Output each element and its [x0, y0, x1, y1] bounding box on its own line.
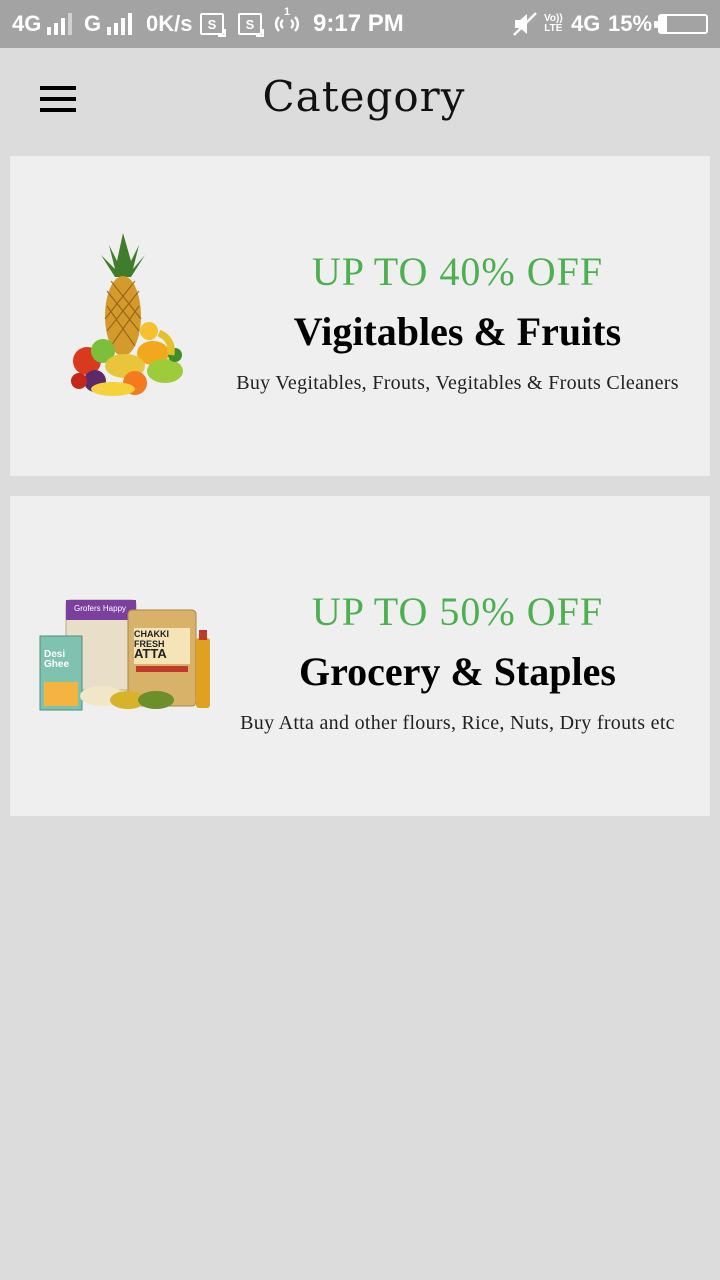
screenshot-icon-2: S: [238, 0, 264, 48]
rice-brand-text: Grofers Happy: [74, 604, 127, 613]
ghee-line: Ghee: [44, 659, 70, 670]
category-title: Vigitables & Fruits: [293, 309, 622, 354]
category-card-vegetables-fruits[interactable]: UP TO 40% OFF Vigitables & Fruits Buy Ve…: [10, 156, 710, 476]
status-bar: 4G G 0K/s S S 1 9:17 PM Vo)) LTE 4G 15%: [0, 0, 720, 48]
lte-label: LTE: [544, 23, 563, 34]
battery-percent: 15%: [608, 0, 652, 48]
ghee-pack-text: Desi Ghee: [44, 650, 69, 670]
battery-outline: [654, 14, 708, 34]
s-badge-icon: S: [238, 13, 264, 37]
category-text: UP TO 40% OFF Vigitables & Fruits Buy Ve…: [215, 252, 700, 395]
hotspot-count: 1: [284, 6, 291, 18]
atta-line: ATTA: [134, 646, 167, 661]
hotspot-icon: 1: [272, 0, 302, 48]
clock: 9:17 PM: [313, 0, 404, 48]
mute-icon: [512, 0, 538, 48]
speed-label: 0K/s: [146, 11, 193, 36]
s-badge-icon: S: [200, 13, 226, 37]
battery-icon: [654, 0, 708, 48]
category-text: UP TO 50% OFF Grocery & Staples Buy Atta…: [215, 592, 700, 735]
fruits-basket-image: [65, 231, 190, 401]
page-title: Category: [262, 72, 466, 121]
discount-label: UP TO 50% OFF: [311, 589, 604, 634]
battery-label: 15%: [608, 11, 653, 36]
category-description: Buy Vegitables, Frouts, Vegitables & Fro…: [236, 372, 679, 394]
category-description: Buy Atta and other flours, Rice, Nuts, D…: [240, 712, 675, 734]
atta-line: CHAKKI: [134, 629, 169, 639]
battery-level: [660, 16, 667, 32]
mobile-signal-2: G: [84, 0, 133, 48]
category-title: Grocery & Staples: [299, 649, 616, 694]
network-type-label: G: [84, 11, 102, 36]
category-card-grocery-staples[interactable]: Grofers Happy CHAKKI FRESH ATTA Desi Ghe…: [10, 496, 710, 816]
volte-icon: Vo)) LTE: [544, 0, 563, 48]
grocery-products-image: Grofers Happy CHAKKI FRESH ATTA Desi Ghe…: [36, 596, 216, 716]
signal-bars-icon: [47, 13, 73, 35]
signal-bars-icon: [107, 13, 133, 35]
screenshot-icon: S: [200, 0, 226, 48]
mobile-signal-1: 4G: [12, 0, 73, 48]
network-type-label: 4G: [12, 11, 42, 36]
time-label: 9:17 PM: [313, 10, 404, 37]
atta-pack-text: CHAKKI FRESH ATTA: [134, 629, 190, 661]
data-network-icon: 4G: [571, 0, 600, 48]
network-type-label: 4G: [571, 11, 601, 36]
app-header: Category: [0, 48, 720, 148]
discount-label: UP TO 40% OFF: [311, 249, 604, 294]
speaker-muted-icon: [513, 12, 537, 36]
network-speed: 0K/s: [146, 0, 192, 48]
